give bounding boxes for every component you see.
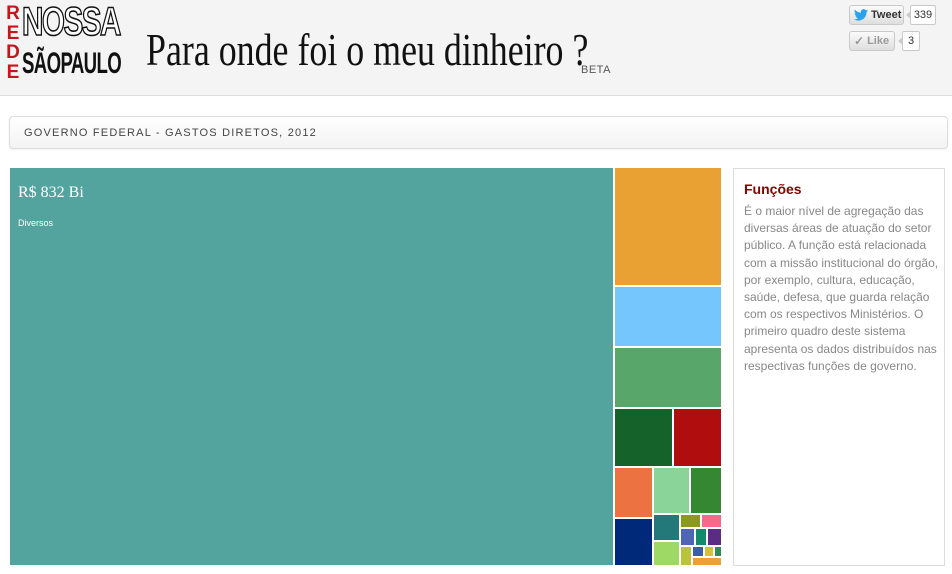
info-panel: Funções É o maior nível de agregação das… [733,168,945,566]
logo-rede-letter: E [6,61,20,83]
treemap-tile-diversos[interactable]: R$ 832 Bi Diversos [10,168,613,565]
info-title: Funções [744,181,802,197]
site-header: R E D E NOSSA SÃOPAULO Para onde foi o m… [0,0,952,96]
tweet-count: 339 [906,5,936,25]
treemap-tile[interactable] [705,547,713,556]
like-count: 3 [898,31,920,51]
logo-rede-letter: R [6,3,20,24]
treemap: R$ 832 Bi Diversos [10,168,721,565]
page-title: Para onde foi o meu dinheiro ? [146,24,589,75]
twitter-bird-icon [854,9,868,21]
treemap-tile[interactable] [693,558,721,565]
treemap-tile[interactable] [715,547,721,556]
treemap-tile[interactable] [654,542,679,565]
treemap-tile[interactable] [615,287,721,346]
tweet-label: Tweet [871,9,902,21]
treemap-tile[interactable] [674,409,721,466]
treemap-tile[interactable] [615,168,721,285]
treemap-tile-label: Diversos [18,218,54,228]
treemap-tile[interactable] [708,529,721,545]
rede-nossa-sao-paulo-logo[interactable]: R E D E NOSSA SÃOPAULO [6,0,134,82]
breadcrumb: GOVERNO FEDERAL - GASTOS DIRETOS, 2012 [9,116,948,149]
like-button[interactable]: ✓ Like [849,31,895,51]
treemap-tile[interactable] [696,529,706,545]
treemap-tile[interactable] [615,409,672,466]
treemap-tile[interactable] [681,515,700,527]
treemap-tile[interactable] [615,519,652,565]
logo-saopaulo: SÃOPAULO [22,47,122,80]
treemap-tile[interactable] [702,515,721,527]
like-label: Like [867,35,890,47]
treemap-tile[interactable] [654,468,689,513]
checkmark-icon: ✓ [854,34,865,48]
treemap-tile[interactable] [654,515,679,540]
treemap-tile[interactable] [681,547,691,565]
treemap-tile[interactable] [615,468,652,517]
logo-nossa: NOSSA [21,0,122,44]
info-description: É o maior nível de agregação das diversa… [744,204,939,373]
treemap-tile-value: R$ 832 Bi [18,184,84,201]
treemap-tile[interactable] [691,468,721,513]
logo-rede-letter: E [6,22,20,44]
treemap-tile[interactable] [693,547,703,556]
logo-rede-letter: D [6,42,20,64]
logo-rede-vertical: R E D E [6,4,20,82]
tweet-button[interactable]: Tweet [849,5,904,25]
treemap-tile[interactable] [681,529,694,545]
breadcrumb-text[interactable]: GOVERNO FEDERAL - GASTOS DIRETOS, 2012 [24,127,317,139]
treemap-tile[interactable] [615,348,721,407]
beta-badge: BETA [581,64,611,76]
